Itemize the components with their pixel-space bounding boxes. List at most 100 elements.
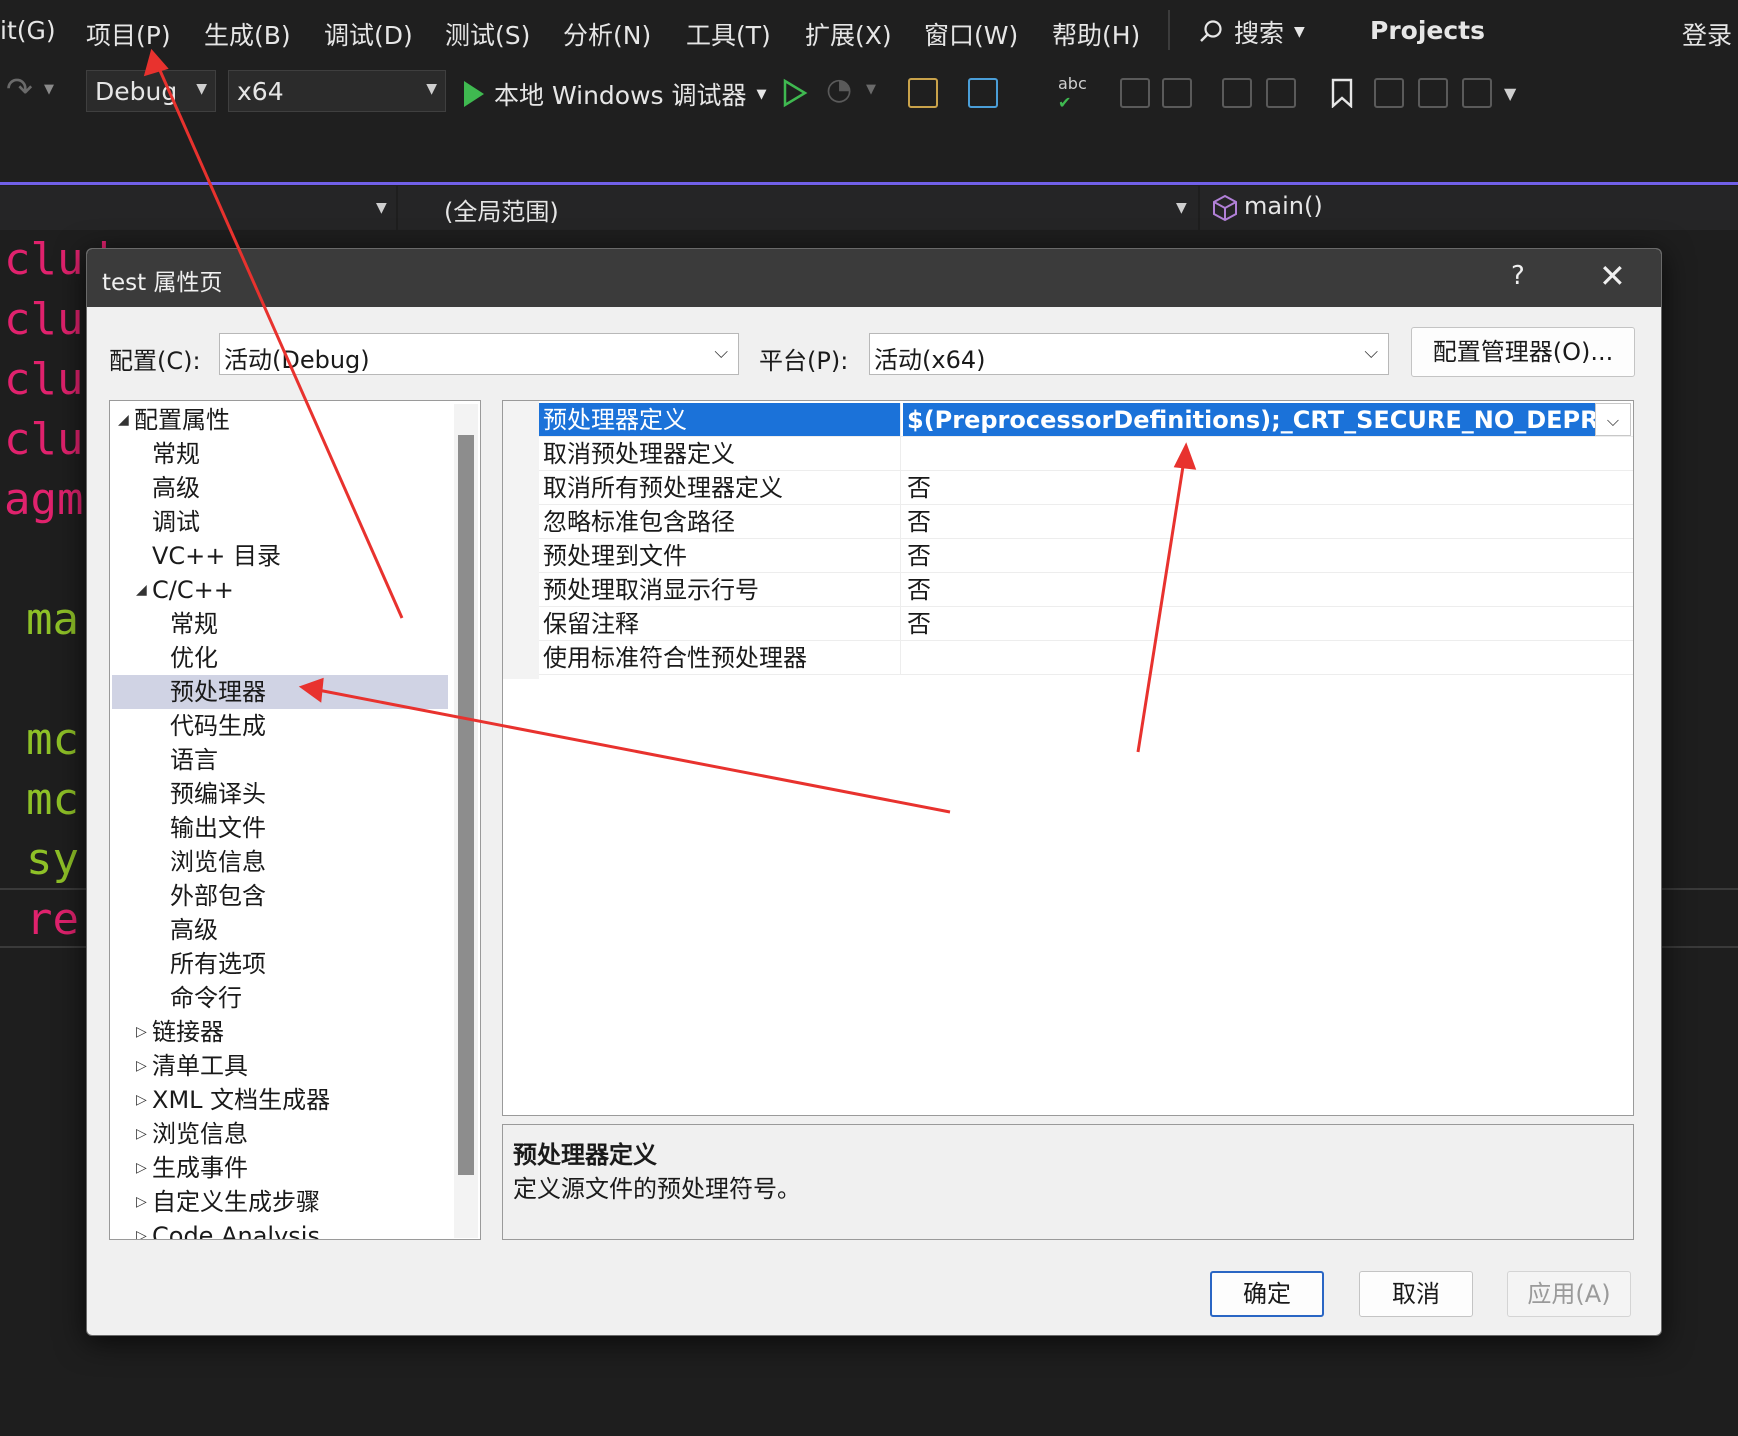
member-dropdown[interactable]: main() bbox=[1202, 186, 1738, 230]
open-folder-icon[interactable] bbox=[908, 78, 938, 108]
tree-item[interactable]: ▷ 浏览信息 bbox=[112, 1117, 448, 1151]
expand-icon[interactable]: ▷ bbox=[136, 1185, 147, 1219]
tree-item-label: 自定义生成步骤 bbox=[152, 1188, 320, 1216]
collapse-icon[interactable]: ◢ bbox=[136, 573, 147, 607]
ok-button[interactable]: 确定 bbox=[1210, 1271, 1324, 1317]
comment-icon[interactable] bbox=[1222, 78, 1252, 108]
tree-item[interactable]: 常规 bbox=[112, 437, 448, 471]
tree-item[interactable]: 预处理器 bbox=[112, 675, 448, 709]
tree-item[interactable]: ▷ 自定义生成步骤 bbox=[112, 1185, 448, 1219]
config-manager-button[interactable]: 配置管理器(O)... bbox=[1411, 327, 1635, 377]
expand-icon[interactable]: ▷ bbox=[136, 1083, 147, 1117]
property-row[interactable]: 使用标准符合性预处理器 bbox=[539, 641, 1633, 675]
tree-item[interactable]: VC++ 目录 bbox=[112, 539, 448, 573]
menu-project[interactable]: 项目(P) bbox=[86, 16, 171, 52]
menu-test[interactable]: 测试(S) bbox=[445, 16, 530, 52]
property-tree[interactable]: ◢ 配置属性 常规 高级 调试 VC++ 目录 ◢ C/C++ 常规 优化 预处理器 代码生成 语言 预编… bbox=[109, 400, 481, 1240]
tree-item[interactable]: 高级 bbox=[112, 471, 448, 505]
solution-config-dropdown[interactable]: Debug ▼ bbox=[86, 70, 216, 112]
tree-item[interactable]: 所有选项 bbox=[112, 947, 448, 981]
bookmark-icon[interactable] bbox=[1330, 78, 1354, 108]
chevron-down-icon[interactable]: ▼ bbox=[866, 82, 876, 97]
step-icon[interactable] bbox=[1120, 78, 1150, 108]
collapse-icon[interactable]: ◢ bbox=[118, 403, 129, 437]
member-value: main() bbox=[1244, 192, 1323, 220]
search-box[interactable]: 搜索 ▼ bbox=[1198, 14, 1305, 50]
scope-dropdown[interactable]: (全局范围) ▼ bbox=[400, 186, 1200, 230]
redo-icon[interactable]: ↷ bbox=[6, 70, 33, 108]
clear-bookmarks-icon[interactable] bbox=[1462, 78, 1492, 108]
hot-reload-icon[interactable]: ◔ bbox=[826, 72, 852, 107]
property-row[interactable]: 保留注释否 bbox=[539, 607, 1633, 641]
start-without-debugging-icon[interactable] bbox=[782, 78, 808, 108]
tree-item[interactable]: ◢ 配置属性 bbox=[112, 403, 448, 437]
layout-icon[interactable] bbox=[1162, 78, 1192, 108]
tree-item-label: 常规 bbox=[170, 610, 218, 638]
login-link[interactable]: 登录 bbox=[1682, 16, 1732, 52]
close-icon[interactable]: ✕ bbox=[1599, 257, 1626, 295]
expand-icon[interactable]: ▷ bbox=[136, 1117, 147, 1151]
prev-bookmark-icon[interactable] bbox=[1374, 78, 1404, 108]
tree-item[interactable]: ▷ Code Analysis bbox=[112, 1219, 448, 1239]
tree-item[interactable]: ◢ C/C++ bbox=[112, 573, 448, 607]
search-label: 搜索 bbox=[1234, 19, 1285, 48]
expand-icon[interactable]: ▷ bbox=[136, 1049, 147, 1083]
property-row[interactable]: 取消所有预处理器定义否 bbox=[539, 471, 1633, 505]
tree-item[interactable]: 常规 bbox=[112, 607, 448, 641]
menu-window[interactable]: 窗口(W) bbox=[924, 16, 1018, 52]
dialog-titlebar[interactable]: test 属性页 ? ✕ bbox=[87, 249, 1661, 307]
property-row[interactable]: 忽略标准包含路径否 bbox=[539, 505, 1633, 539]
chevron-down-icon: ▼ bbox=[426, 81, 437, 97]
property-row[interactable]: 预处理取消显示行号否 bbox=[539, 573, 1633, 607]
tree-item[interactable]: 高级 bbox=[112, 913, 448, 947]
platform-label: 平台(P): bbox=[759, 347, 849, 375]
config-select[interactable]: 活动(Debug) ⌵ bbox=[219, 333, 739, 375]
tree-item[interactable]: 调试 bbox=[112, 505, 448, 539]
expand-icon[interactable]: ▷ bbox=[136, 1015, 147, 1049]
tree-item[interactable]: 命令行 bbox=[112, 981, 448, 1015]
tree-item[interactable]: 代码生成 bbox=[112, 709, 448, 743]
expand-icon[interactable]: ▷ bbox=[136, 1219, 147, 1239]
tree-item[interactable]: 输出文件 bbox=[112, 811, 448, 845]
tree-item[interactable]: 预编译头 bbox=[112, 777, 448, 811]
browser-icon[interactable] bbox=[968, 78, 998, 108]
property-value: 否 bbox=[907, 508, 931, 536]
tree-item[interactable]: ▷ 清单工具 bbox=[112, 1049, 448, 1083]
spell-check-icon[interactable]: abc ✔ bbox=[1058, 74, 1087, 112]
apply-button[interactable]: 应用(A) bbox=[1507, 1271, 1631, 1317]
expand-icon[interactable]: ▷ bbox=[136, 1151, 147, 1185]
menu-analyze[interactable]: 分析(N) bbox=[563, 16, 651, 52]
cancel-button[interactable]: 取消 bbox=[1359, 1271, 1473, 1317]
project-dropdown[interactable]: ▼ bbox=[0, 186, 398, 230]
property-grid[interactable]: 预处理器定义 $(PreprocessorDefinitions);_CRT_SE… bbox=[502, 400, 1634, 1116]
property-row[interactable]: 取消预处理器定义 bbox=[539, 437, 1633, 471]
tree-scrollbar-thumb[interactable] bbox=[458, 435, 474, 1175]
menu-debug[interactable]: 调试(D) bbox=[324, 16, 413, 52]
menu-tools[interactable]: 工具(T) bbox=[686, 16, 771, 52]
platform-select[interactable]: 活动(x64) ⌵ bbox=[869, 333, 1389, 375]
uncomment-icon[interactable] bbox=[1266, 78, 1296, 108]
tree-item[interactable]: 优化 bbox=[112, 641, 448, 675]
tree-item[interactable]: 语言 bbox=[112, 743, 448, 777]
menu-build[interactable]: 生成(B) bbox=[204, 16, 291, 52]
property-name: 取消预处理器定义 bbox=[539, 437, 901, 470]
menu-git[interactable]: it(G) bbox=[0, 16, 56, 45]
toolbar-overflow-icon[interactable]: ▼ bbox=[1504, 84, 1516, 103]
property-row[interactable]: 预处理到文件否 bbox=[539, 539, 1633, 573]
next-bookmark-icon[interactable] bbox=[1418, 78, 1448, 108]
chevron-down-icon[interactable]: ⌵ bbox=[1595, 403, 1631, 436]
start-debugging-button[interactable]: 本地 Windows 调试器 ▼ bbox=[464, 76, 767, 112]
help-button[interactable]: ? bbox=[1511, 261, 1525, 291]
chevron-down-icon: ▼ bbox=[1294, 24, 1305, 40]
property-value[interactable]: $(PreprocessorDefinitions);_CRT_SECURE_N… bbox=[903, 403, 1595, 436]
tree-item[interactable]: 外部包含 bbox=[112, 879, 448, 913]
chevron-down-icon[interactable]: ▼ bbox=[44, 82, 54, 97]
tree-item[interactable]: 浏览信息 bbox=[112, 845, 448, 879]
property-row[interactable]: 预处理器定义 $(PreprocessorDefinitions);_CRT_SE… bbox=[539, 403, 1633, 437]
tree-item[interactable]: ▷ 生成事件 bbox=[112, 1151, 448, 1185]
solution-platform-dropdown[interactable]: x64 ▼ bbox=[228, 70, 446, 112]
menu-extensions[interactable]: 扩展(X) bbox=[805, 16, 892, 52]
tree-item[interactable]: ▷ XML 文档生成器 bbox=[112, 1083, 448, 1117]
tree-item[interactable]: ▷ 链接器 bbox=[112, 1015, 448, 1049]
menu-help[interactable]: 帮助(H) bbox=[1052, 16, 1140, 52]
